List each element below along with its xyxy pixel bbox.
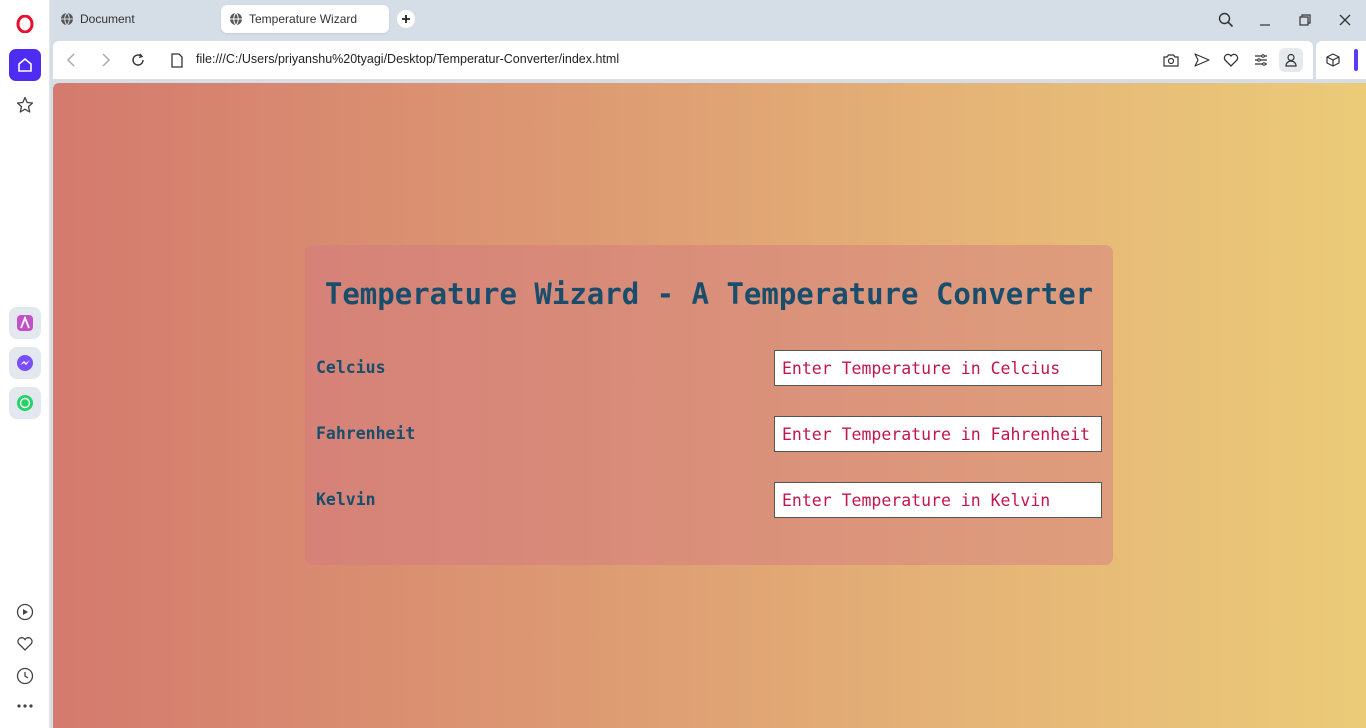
- heart-bookmark-icon[interactable]: [1221, 51, 1241, 69]
- file-icon: [167, 50, 187, 70]
- heart-icon[interactable]: [9, 628, 41, 660]
- profile-icon[interactable]: [1279, 48, 1303, 72]
- tab-strip: Document Temperature Wizard: [50, 0, 1366, 40]
- address-bar-row: file:///C:/Users/priyanshu%20tyagi/Deskt…: [53, 41, 1313, 79]
- tab-label: Document: [80, 12, 135, 26]
- back-icon[interactable]: [61, 50, 81, 70]
- globe-icon: [61, 12, 73, 26]
- fahrenheit-label: Fahrenheit: [316, 424, 416, 443]
- more-icon[interactable]: [9, 690, 41, 722]
- sidebar-toggle-indicator[interactable]: [1354, 49, 1358, 71]
- tab-label: Temperature Wizard: [249, 12, 358, 26]
- history-icon[interactable]: [9, 660, 41, 692]
- tab-temperature-wizard[interactable]: Temperature Wizard: [221, 5, 389, 33]
- opera-logo-icon[interactable]: [9, 8, 41, 40]
- new-tab-button[interactable]: [397, 10, 415, 28]
- kelvin-input[interactable]: [774, 482, 1102, 518]
- reload-icon[interactable]: [128, 50, 148, 70]
- kelvin-label: Kelvin: [316, 490, 376, 509]
- tab-document[interactable]: Document: [52, 5, 217, 33]
- close-icon[interactable]: [1330, 6, 1360, 34]
- camera-icon[interactable]: [1161, 51, 1181, 69]
- whatsapp-icon[interactable]: [9, 387, 41, 419]
- aria-app-icon[interactable]: [9, 307, 41, 339]
- easy-setup-icon[interactable]: [1251, 51, 1271, 69]
- forward-icon[interactable]: [96, 50, 116, 70]
- url-field[interactable]: file:///C:/Users/priyanshu%20tyagi/Deskt…: [196, 52, 619, 66]
- messenger-icon[interactable]: [9, 347, 41, 379]
- fahrenheit-input[interactable]: [774, 416, 1102, 452]
- page-viewport: Temperature Wizard - A Temperature Conve…: [53, 83, 1366, 728]
- celcius-input[interactable]: [774, 350, 1102, 386]
- celcius-label: Celcius: [316, 358, 386, 377]
- converter-card: Temperature Wizard - A Temperature Conve…: [305, 245, 1113, 565]
- extensions-cube-icon[interactable]: [1323, 50, 1343, 70]
- star-icon[interactable]: [9, 89, 41, 121]
- page-title: Temperature Wizard - A Temperature Conve…: [324, 277, 1094, 311]
- browser-sidebar: [0, 0, 50, 728]
- search-tabs-icon[interactable]: [1211, 6, 1241, 34]
- extensions-area: [1316, 41, 1366, 79]
- minimize-icon[interactable]: [1250, 6, 1280, 34]
- home-icon[interactable]: [9, 49, 41, 81]
- restore-icon[interactable]: [1290, 6, 1320, 34]
- player-icon[interactable]: [9, 596, 41, 628]
- globe-icon: [230, 12, 242, 26]
- send-icon[interactable]: [1192, 51, 1212, 69]
